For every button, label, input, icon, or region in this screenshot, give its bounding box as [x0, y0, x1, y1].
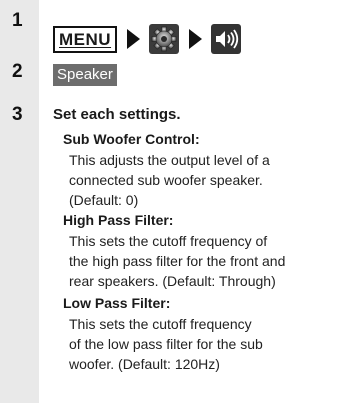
term-high-pass-filter: High Pass Filter: — [63, 212, 174, 228]
arrow-right-icon — [189, 29, 203, 49]
step-number-3: 3 — [12, 104, 23, 125]
menu-button[interactable]: MENU — [53, 25, 118, 53]
menu-path: MENU — [53, 23, 242, 55]
speaker-button[interactable]: Speaker — [53, 64, 117, 86]
speaker-volume-icon[interactable] — [211, 24, 242, 54]
term-low-pass-filter: Low Pass Filter: — [63, 295, 171, 311]
desc-sub-woofer-control: This adjusts the output level of a conne… — [69, 152, 270, 208]
step3-title: Set each settings. — [53, 106, 181, 123]
step-number-1: 1 — [12, 10, 23, 31]
term-sub-woofer-control: Sub Woofer Control: — [63, 131, 200, 147]
desc-high-pass-filter: This sets the cutoff frequency of the hi… — [69, 233, 286, 289]
settings-gear-icon[interactable] — [149, 24, 180, 54]
desc-low-pass-filter: This sets the cutoff frequency of the lo… — [69, 316, 263, 372]
arrow-right-icon — [127, 29, 141, 49]
step-number-2: 2 — [12, 61, 23, 82]
